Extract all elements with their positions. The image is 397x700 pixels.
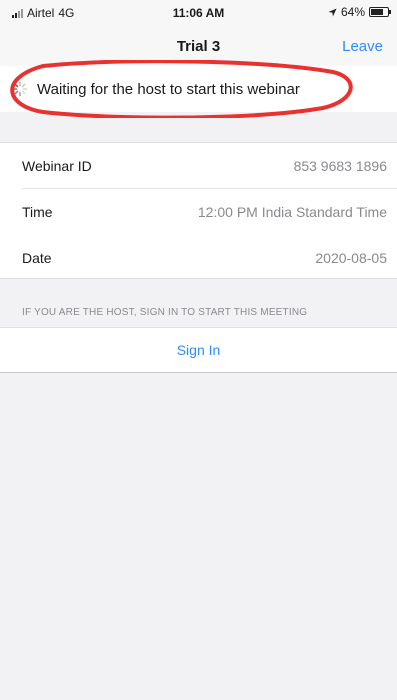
screen: Airtel 4G 11:06 AM 64% Trial 3 Leave Wai…	[0, 0, 397, 700]
nav-bar: Trial 3 Leave	[0, 26, 397, 66]
waiting-banner: Waiting for the host to start this webin…	[0, 66, 397, 112]
location-arrow-icon	[328, 7, 337, 17]
loading-spinner-icon	[12, 81, 28, 97]
host-section-header: IF YOU ARE THE HOST, SIGN IN TO START TH…	[22, 307, 308, 318]
leave-button[interactable]: Leave	[342, 38, 383, 55]
webinar-id-label: Webinar ID	[22, 158, 92, 174]
battery-percent: 64%	[340, 5, 365, 19]
waiting-message: Waiting for the host to start this webin…	[37, 81, 300, 98]
time-value: 12:00 PM India Standard Time	[197, 204, 387, 220]
meeting-title: Trial 3	[176, 38, 221, 55]
status-bar: Airtel 4G 11:06 AM 64%	[0, 0, 397, 26]
webinar-id-value: 853 9683 1896	[293, 158, 387, 174]
date-label: Date	[22, 250, 52, 266]
date-row: Date 2020-08-05	[0, 235, 397, 280]
time-row: Time 12:00 PM India Standard Time	[0, 189, 397, 234]
status-right: 64%	[328, 5, 391, 19]
webinar-id-row: Webinar ID 853 9683 1896	[0, 143, 397, 188]
date-value: 2020-08-05	[315, 250, 387, 266]
sign-in-button[interactable]: Sign In	[0, 342, 397, 358]
signin-group: Sign In	[0, 327, 397, 373]
webinar-details: Webinar ID 853 9683 1896 Time 12:00 PM I…	[0, 142, 397, 279]
battery-icon	[369, 7, 391, 17]
time-label: Time	[22, 204, 53, 220]
